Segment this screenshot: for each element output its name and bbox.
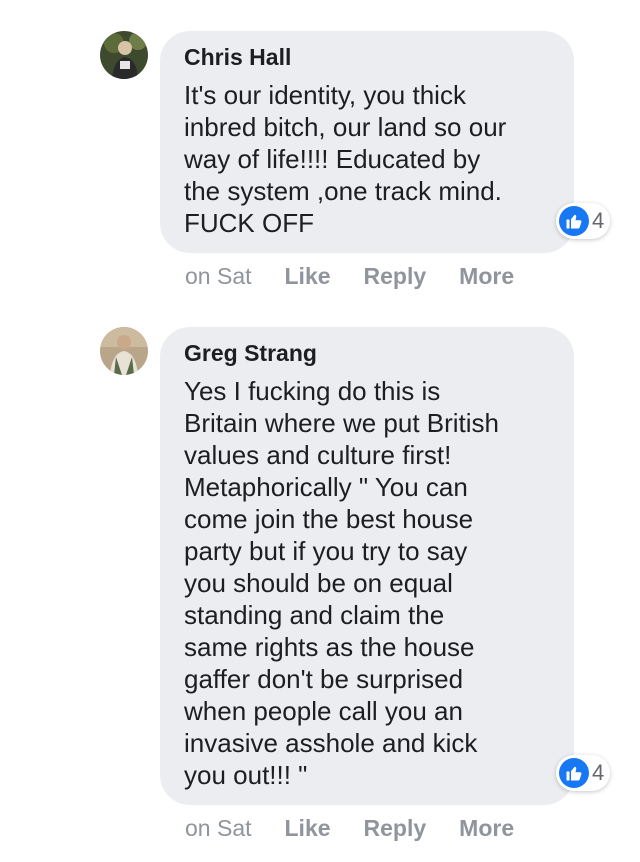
reply-button[interactable]: Reply: [364, 262, 427, 290]
comment-text: Yes I fucking do this is Britain where w…: [184, 376, 500, 790]
reaction-count: 4: [592, 760, 605, 785]
more-button[interactable]: More: [459, 262, 514, 290]
like-icon: [559, 206, 589, 236]
comment-author[interactable]: Chris Hall: [184, 43, 550, 71]
reaction-count: 4: [592, 208, 605, 233]
avatar[interactable]: [100, 31, 148, 79]
reaction-summary[interactable]: 4: [556, 755, 611, 791]
like-icon: [559, 758, 589, 788]
reply-button[interactable]: Reply: [364, 814, 427, 842]
comment-timestamp[interactable]: on Sat: [185, 262, 252, 290]
like-button[interactable]: Like: [285, 814, 331, 842]
reaction-summary[interactable]: 4: [556, 203, 611, 239]
more-button[interactable]: More: [459, 814, 514, 842]
avatar-image: [100, 327, 148, 375]
like-button[interactable]: Like: [285, 262, 331, 290]
comment-bubble: Greg Strang Yes I fucking do this is Bri…: [160, 327, 574, 805]
comment-actions: on Sat Like Reply More: [185, 814, 547, 842]
comment-text: It's our identity, you thick inbred bitc…: [184, 80, 507, 238]
comment-author[interactable]: Greg Strang: [184, 339, 550, 367]
comment-timestamp[interactable]: on Sat: [185, 814, 252, 842]
avatar[interactable]: [100, 327, 148, 375]
avatar-image: [100, 31, 148, 79]
comment-actions: on Sat Like Reply More: [185, 262, 547, 290]
comment-bubble: Chris Hall It's our identity, you thick …: [160, 31, 574, 253]
